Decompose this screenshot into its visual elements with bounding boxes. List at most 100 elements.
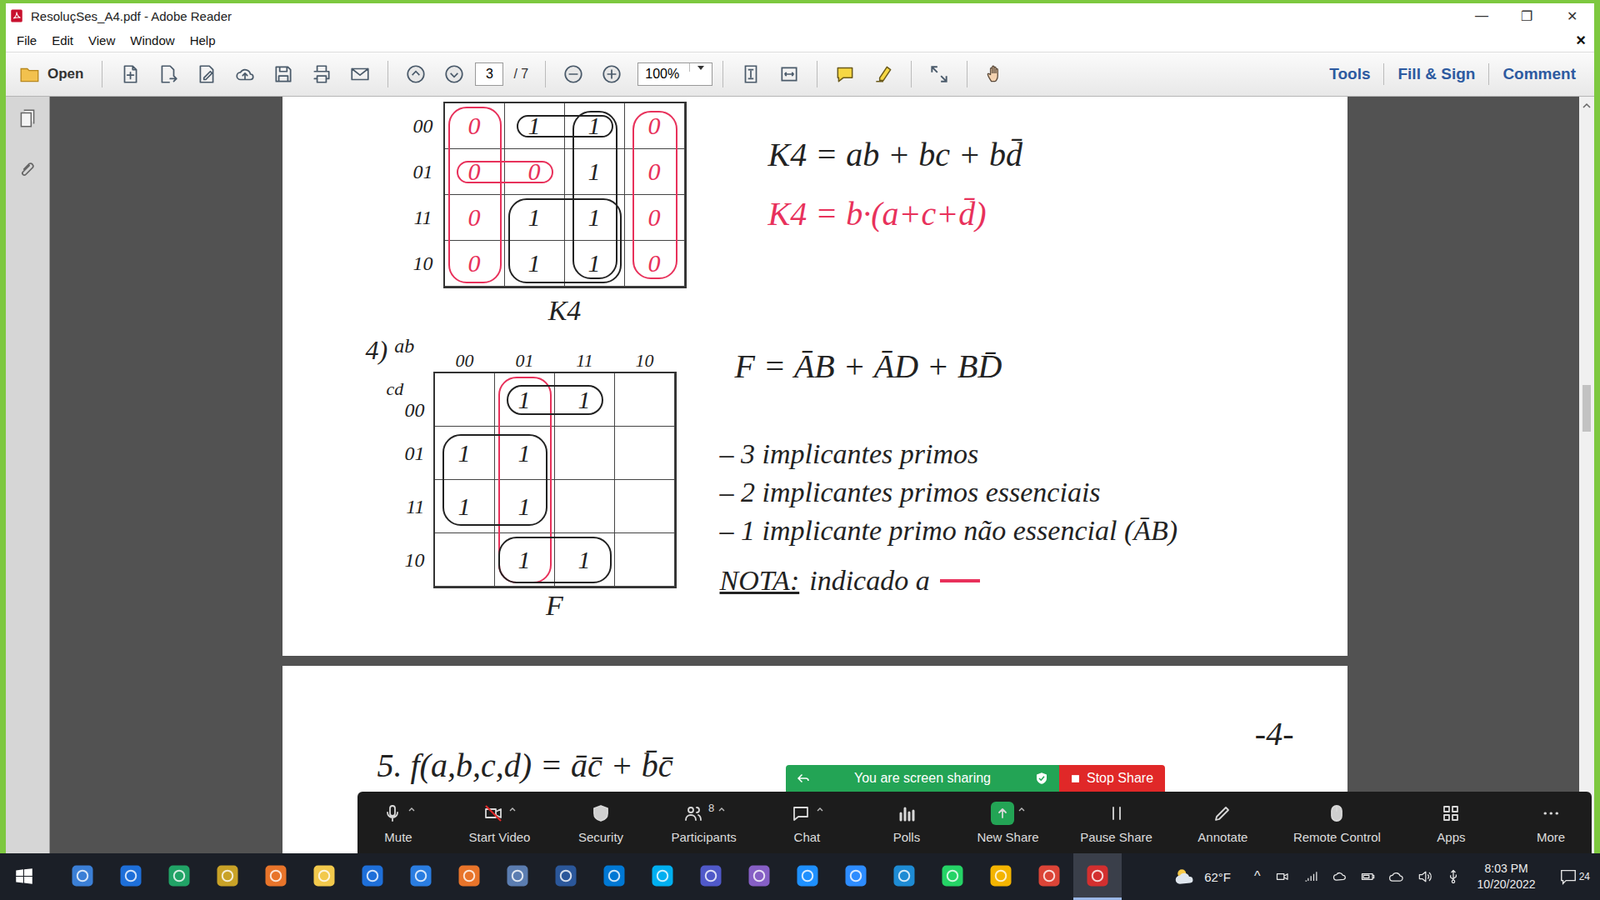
toolbar-action-button[interactable]: Comment: [1489, 61, 1590, 87]
scroll-up-icon[interactable]: [1582, 101, 1591, 110]
windows-start-icon[interactable]: [13, 865, 35, 888]
taskbar-app[interactable]: [251, 853, 300, 900]
scrollbar-thumb[interactable]: [1582, 385, 1591, 432]
zoom-field[interactable]: 100%: [637, 62, 713, 86]
meeting-control-button[interactable]: Polls: [877, 801, 936, 845]
meeting-control-button[interactable]: Remote Control: [1293, 801, 1381, 845]
create-button[interactable]: [112, 60, 148, 89]
print-button[interactable]: [304, 60, 340, 89]
meet-icon[interactable]: [1272, 868, 1295, 885]
taskbar-app[interactable]: [735, 853, 784, 900]
export-button[interactable]: [150, 60, 186, 89]
arrow-up-icon: [405, 63, 427, 85]
menu-item[interactable]: Window: [122, 31, 182, 50]
equation: K4 = ab + bc + bd̄: [768, 135, 1023, 175]
email-button[interactable]: [342, 60, 378, 89]
kmap-cell: [615, 533, 675, 587]
show-hidden-icons-button[interactable]: ^: [1249, 869, 1266, 885]
taskbar-app[interactable]: [783, 853, 832, 900]
taskbar-app[interactable]: [686, 853, 735, 900]
dropdown-icon: [689, 63, 712, 72]
taskbar-app[interactable]: [638, 853, 687, 900]
menu-item[interactable]: Help: [182, 31, 224, 50]
read-mode-button[interactable]: [921, 60, 957, 89]
taskbar-app[interactable]: [1073, 853, 1122, 900]
navigation-panel: [5, 96, 50, 854]
upload-button[interactable]: [227, 60, 263, 89]
window-control-button[interactable]: ❐: [1504, 8, 1550, 25]
taskbar-app[interactable]: [396, 853, 445, 900]
chevron-up-icon[interactable]: [1017, 805, 1026, 814]
kmap-cell: 1: [495, 373, 555, 427]
page-number-field[interactable]: 3: [475, 62, 504, 86]
taskbar-app[interactable]: [300, 853, 349, 900]
taskbar-app[interactable]: [1025, 853, 1074, 900]
taskbar-app[interactable]: [590, 853, 639, 900]
toolbar-separator: [1488, 63, 1490, 85]
menu-item[interactable]: File: [9, 31, 45, 50]
weather-cloud-sun-icon[interactable]: [1172, 864, 1198, 890]
menu-item[interactable]: Edit: [44, 31, 81, 50]
fit-width-button[interactable]: [771, 60, 807, 89]
hand-tool-button[interactable]: [977, 60, 1013, 89]
taskbar-app[interactable]: [348, 853, 397, 900]
fit-page-button[interactable]: [733, 60, 769, 89]
weather-temperature[interactable]: 62°F: [1204, 870, 1231, 885]
taskbar-app[interactable]: [203, 853, 252, 900]
clock[interactable]: 8:03 PM10/20/2022: [1477, 860, 1536, 893]
taskbar-app[interactable]: [155, 853, 204, 900]
taskbar-app[interactable]: [831, 853, 880, 900]
meeting-control-button[interactable]: Security: [571, 801, 630, 845]
toolbar-action-button[interactable]: Fill & Sign: [1384, 61, 1489, 87]
meeting-control-button[interactable]: Mute: [369, 801, 428, 845]
battery-icon[interactable]: [1357, 868, 1380, 885]
meeting-control-button[interactable]: Start Video: [469, 801, 531, 845]
taskbar-app[interactable]: [445, 853, 494, 900]
volume-icon[interactable]: [1414, 868, 1436, 885]
taskbar-app[interactable]: [493, 853, 542, 900]
menu-item[interactable]: View: [80, 31, 123, 50]
meeting-control-button[interactable]: Annotate: [1193, 801, 1252, 845]
meeting-control-button[interactable]: Chat: [777, 801, 836, 845]
usb-icon[interactable]: [1442, 868, 1465, 885]
window-control-button[interactable]: ✕: [1549, 8, 1595, 25]
highlight-button[interactable]: [865, 60, 901, 89]
meeting-control-button[interactable]: More: [1521, 801, 1580, 845]
toolbar-separator: [387, 60, 389, 88]
vertical-scrollbar[interactable]: [1579, 96, 1595, 854]
meeting-control-button[interactable]: 8Participants: [671, 801, 737, 845]
zoom-in-button[interactable]: [594, 60, 630, 89]
previous-page-button[interactable]: [398, 60, 434, 89]
edit-button[interactable]: [189, 60, 225, 89]
paperclip-icon[interactable]: [16, 158, 39, 180]
network-icon[interactable]: [1300, 868, 1323, 885]
open-button[interactable]: Open: [10, 60, 92, 89]
chevron-up-icon[interactable]: [508, 805, 517, 814]
zoom-out-button[interactable]: [555, 60, 591, 89]
taskbar-app[interactable]: [928, 853, 977, 900]
meeting-control-button[interactable]: Apps: [1421, 801, 1480, 845]
chevron-up-icon[interactable]: [815, 805, 825, 814]
taskbar-app[interactable]: [106, 853, 155, 900]
back-arrow-icon[interactable]: [795, 770, 811, 786]
cloud-icon[interactable]: [1329, 868, 1351, 885]
close-document-button[interactable]: ×: [1575, 30, 1586, 50]
save-button[interactable]: [265, 60, 301, 89]
taskbar-app[interactable]: [541, 853, 590, 900]
cloud2-icon[interactable]: [1385, 868, 1408, 885]
meeting-control-button[interactable]: Pause Share: [1080, 801, 1153, 845]
chevron-up-icon[interactable]: [717, 805, 726, 814]
page-thumbnails-icon[interactable]: [16, 108, 39, 130]
toolbar-action-button[interactable]: Tools: [1315, 61, 1384, 87]
stop-share-button[interactable]: Stop Share: [1059, 765, 1165, 792]
taskbar-app[interactable]: [976, 853, 1025, 900]
comment-button[interactable]: [827, 60, 863, 89]
taskbar-app[interactable]: [58, 853, 107, 900]
app-icon: [118, 863, 144, 889]
notification-center-button[interactable]: 24: [1552, 867, 1597, 886]
taskbar-app[interactable]: [880, 853, 929, 900]
next-page-button[interactable]: [436, 60, 472, 89]
window-control-button[interactable]: —: [1459, 8, 1505, 25]
meeting-control-button[interactable]: New Share: [976, 801, 1039, 845]
chevron-up-icon[interactable]: [407, 805, 416, 814]
